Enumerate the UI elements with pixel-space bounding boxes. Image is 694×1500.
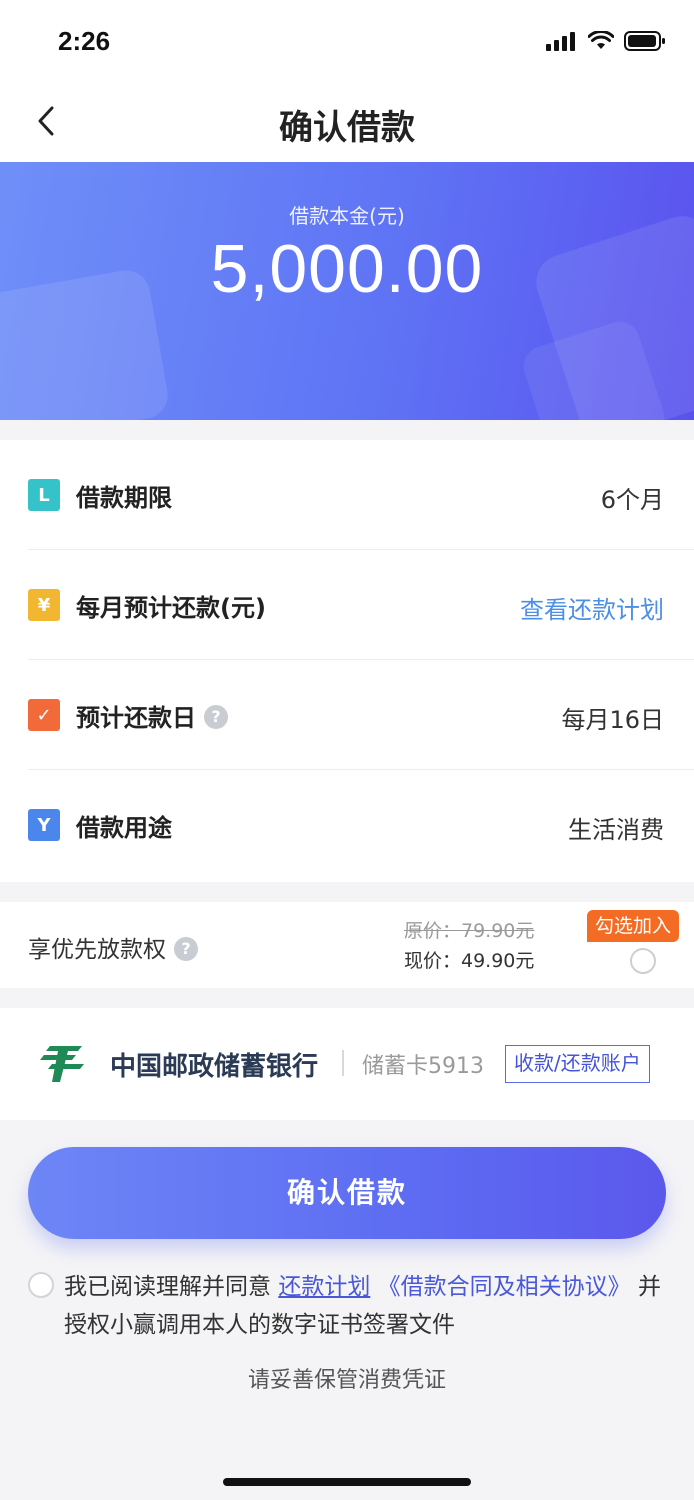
current-price: 现价：49.90元 (404, 950, 535, 972)
loan-details-card: L 借款期限 6个月 ¥ 每月预计还款(元) 查看还款计划 ✓ 预计还款日? 每… (0, 440, 694, 882)
confirm-loan-button[interactable]: 确认借款 (28, 1147, 666, 1239)
bank-name: 中国邮政储蓄银行 (110, 1052, 319, 1082)
repayment-date-value: 每月16日 (561, 706, 664, 734)
receive-repay-account-button[interactable]: 收款/还款账户 (505, 1045, 650, 1083)
help-icon[interactable]: ? (174, 936, 198, 961)
home-indicator[interactable] (223, 1478, 471, 1486)
divider (342, 1050, 344, 1076)
agreement-checkbox[interactable] (28, 1272, 54, 1298)
cellular-signal-icon (546, 32, 575, 51)
nav-bar: 确认借款 (0, 80, 694, 162)
postal-bank-logo-icon (40, 1046, 84, 1082)
repayment-date-label-wrap: 预计还款日? (76, 698, 228, 733)
status-bar: 2:26 (0, 0, 694, 80)
loan-purpose-label: 借款用途 (76, 814, 172, 842)
priority-opt-in-radio[interactable] (630, 948, 656, 974)
bank-account-card: 中国邮政储蓄银行 储蓄卡5913 收款/还款账户 (0, 1008, 694, 1120)
loan-contract-link[interactable]: 《借款合同及相关协议》 (378, 1274, 631, 1300)
monthly-repayment-row: ¥ 每月预计还款(元) 查看还款计划 (28, 550, 694, 660)
view-repayment-plan-link[interactable]: 查看还款计划 (520, 590, 664, 625)
checkmark-icon: ✓ (28, 699, 60, 731)
yuan-icon: ¥ (28, 589, 60, 621)
monthly-repayment-label: 每月预计还款(元) (76, 594, 266, 622)
battery-icon (624, 31, 665, 51)
priority-label: 享优先放款权 (28, 937, 166, 963)
loan-term-row: L 借款期限 6个月 (28, 440, 694, 550)
loan-principal-label: 借款本金(元) (289, 204, 405, 228)
loan-purpose-row[interactable]: Y 借款用途 生活消费 (28, 770, 694, 880)
footer-note: 请妥善保管消费凭证 (247, 1368, 446, 1393)
repayment-date-label: 预计还款日 (76, 704, 196, 732)
loan-term-label: 借款期限 (76, 484, 172, 512)
repayment-plan-link[interactable]: 还款计划 (278, 1274, 370, 1300)
status-time: 2:26 (58, 26, 111, 56)
page-title: 确认借款 (279, 108, 415, 148)
loan-amount-banner: 借款本金(元) 5,000.00 (0, 162, 694, 420)
loan-principal-amount: 5,000.00 (210, 231, 484, 307)
wifi-icon (588, 31, 614, 49)
agreement-text: 我已阅读理解并同意 还款计划 《借款合同及相关协议》 并授权小赢调用本人的数字证… (64, 1268, 664, 1344)
loan-term-value: 6个月 (600, 486, 664, 514)
clock-icon: L (28, 479, 60, 511)
original-price: 原价：79.90元 (404, 920, 535, 942)
priority-label-wrap: 享优先放款权? (28, 930, 198, 964)
card-number: 储蓄卡5913 (362, 1054, 484, 1079)
repayment-date-row: ✓ 预计还款日? 每月16日 (28, 660, 694, 770)
loan-purpose-value: 生活消费 (568, 816, 664, 844)
purpose-icon: Y (28, 809, 60, 841)
help-icon[interactable]: ? (204, 705, 228, 729)
priority-disbursement-card: 享优先放款权? 原价：79.90元 现价：49.90元 勾选加入 (0, 902, 694, 988)
agreement-prefix: 我已阅读理解并同意 (64, 1274, 271, 1300)
opt-in-badge: 勾选加入 (587, 910, 680, 942)
status-icons (546, 30, 666, 52)
